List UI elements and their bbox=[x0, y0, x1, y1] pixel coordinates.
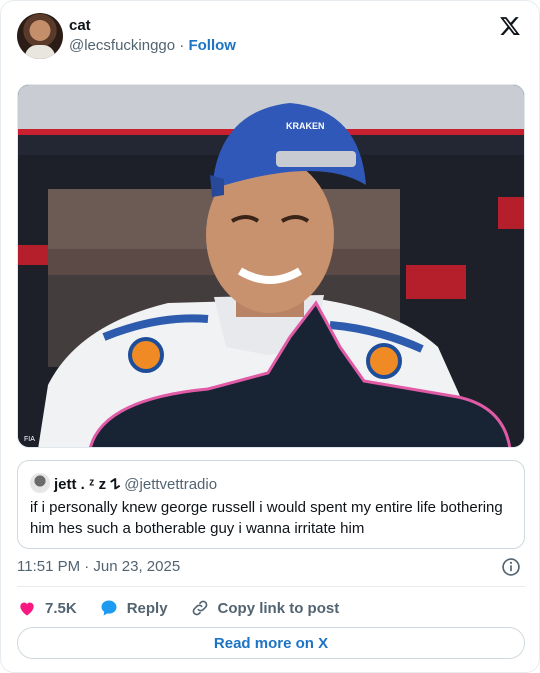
read-more-button[interactable]: Read more on X bbox=[17, 627, 525, 659]
author-handle-row: @lecsfuckinggo · Follow bbox=[69, 37, 236, 54]
like-count: 7.5K bbox=[45, 599, 77, 617]
heart-icon bbox=[20, 602, 34, 616]
quoted-post-text: if i personally knew george russell i wo… bbox=[30, 499, 503, 537]
quoted-author-name[interactable]: jett . ᶻ z 𐰁 bbox=[54, 476, 120, 493]
handle-separator: · bbox=[179, 37, 185, 54]
copy-link-button[interactable]: Copy link to post bbox=[190, 598, 340, 618]
quoted-author-row: jett . ᶻ z 𐰁 @jettvettradio bbox=[54, 474, 217, 494]
action-bar: 7.5K Reply Copy link to post bbox=[17, 597, 361, 619]
follow-link[interactable]: Follow bbox=[188, 37, 236, 54]
divider bbox=[17, 586, 525, 587]
quoted-author-handle[interactable]: @jettvettradio bbox=[124, 476, 217, 493]
reply-button[interactable]: Reply bbox=[99, 598, 168, 618]
author-name[interactable]: cat bbox=[69, 17, 91, 34]
copy-link-label: Copy link to post bbox=[217, 599, 340, 617]
post-card: cat @lecsfuckinggo · Follow KRAKEN FIA j… bbox=[0, 0, 540, 673]
post-timestamp[interactable]: 11:51 PM · Jun 23, 2025 bbox=[17, 558, 180, 575]
cap-brand-text: KRAKEN bbox=[286, 121, 325, 131]
x-logo-icon[interactable] bbox=[499, 15, 521, 37]
photo-caption-text: FIA bbox=[24, 436, 35, 443]
author-handle[interactable]: @lecsfuckinggo bbox=[69, 37, 175, 54]
author-avatar[interactable] bbox=[17, 13, 63, 59]
quoted-post[interactable]: jett . ᶻ z 𐰁 @jettvettradio if i persona… bbox=[17, 460, 525, 549]
link-icon bbox=[192, 600, 207, 616]
photo-illustration: KRAKEN FIA bbox=[18, 85, 524, 447]
quoted-author-avatar[interactable] bbox=[30, 473, 50, 493]
post-photo[interactable]: KRAKEN FIA bbox=[17, 84, 525, 448]
reply-label: Reply bbox=[126, 599, 168, 617]
info-icon[interactable] bbox=[501, 557, 521, 577]
reply-bubble-icon bbox=[101, 600, 117, 616]
like-button[interactable]: 7.5K bbox=[17, 598, 77, 618]
